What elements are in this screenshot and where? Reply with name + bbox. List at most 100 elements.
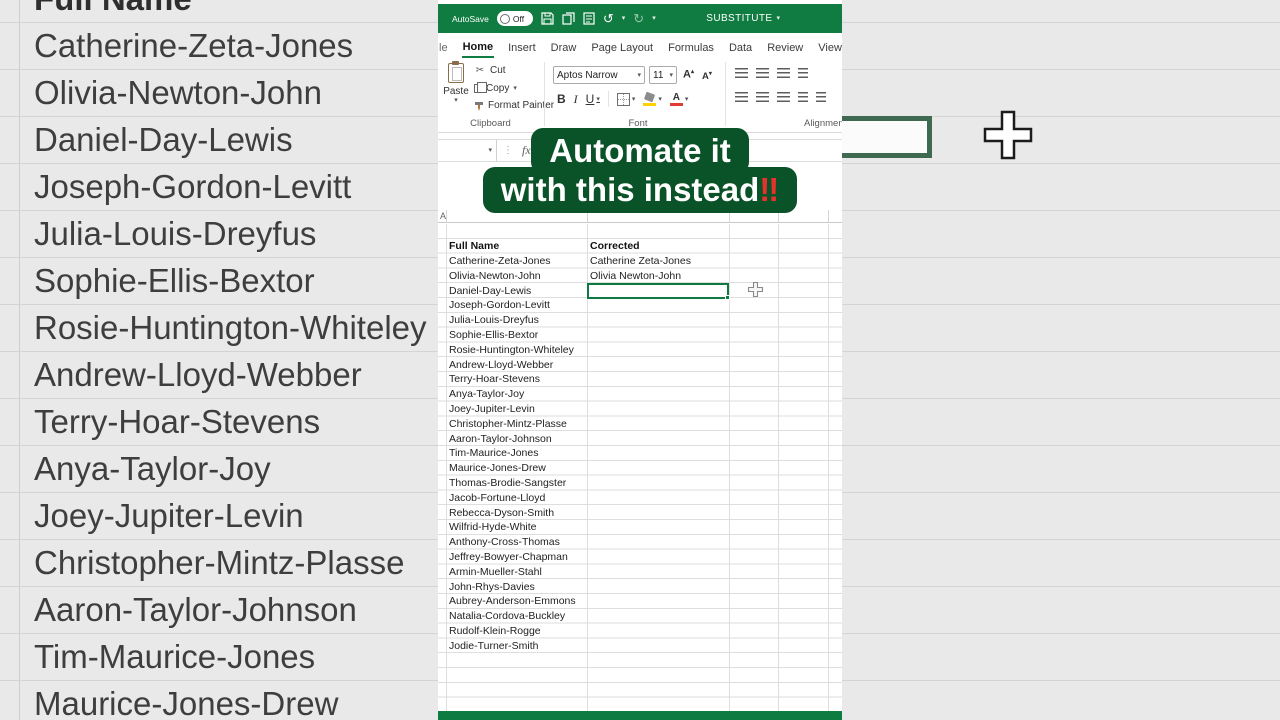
cell-full-name[interactable]: Aaron-Taylor-Johnson [449,433,552,445]
table-row: Rosie-Huntington-Whiteley [438,342,842,357]
document-title-menu[interactable]: SUBSTITUTE ▾ [706,13,780,24]
column-tick [828,210,829,223]
table-row: Jeffrey-Bowyer-Chapman [438,550,842,565]
font-group-label: Font [628,118,648,129]
cell-full-name[interactable]: Joseph-Gordon-Levitt [449,299,550,311]
undo-chevron-icon[interactable]: ▾ [622,15,626,22]
corrected-header-cell[interactable]: Corrected [590,240,640,252]
fill-handle[interactable] [725,295,730,300]
cell-full-name[interactable]: John-Rhys-Davies [449,581,535,593]
cell-full-name[interactable]: Aubrey-Anderson-Emmons [449,595,576,607]
align-right-button[interactable] [777,92,790,103]
share-document-icon[interactable] [583,12,595,25]
tab-formulas[interactable]: Formulas [667,39,715,57]
table-row: Rudolf-Klein-Rogge [438,624,842,639]
cell-full-name[interactable]: Andrew-Lloyd-Webber [449,359,553,371]
increase-indent-button[interactable] [816,92,826,103]
tab-page-layout[interactable]: Page Layout [590,39,654,57]
copy-chevron-icon: ▾ [513,84,517,92]
cell-full-name[interactable]: Anthony-Cross-Thomas [449,536,560,548]
cell-full-name[interactable]: Anya-Taylor-Joy [449,388,524,400]
table-row: Joseph-Gordon-Levitt [438,298,842,313]
tab-view[interactable]: View [817,39,842,57]
fill-color-button[interactable]: ▾ [643,91,662,106]
paintbrush-icon [475,101,483,111]
tab-home[interactable]: Home [461,38,495,58]
format-painter-button[interactable]: Format Painter [474,100,554,111]
cell-full-name[interactable]: Thomas-Brodie-Sangster [449,477,566,489]
background-name: Christopher-Mintz-Plasse [34,544,405,581]
cell-full-name[interactable]: Rudolf-Klein-Rogge [449,625,541,637]
borders-button[interactable]: ▾ [616,92,635,106]
column-tick [778,210,779,223]
cell-corrected[interactable]: Catherine Zeta-Jones [590,255,691,267]
orientation-button[interactable] [798,68,808,79]
align-top-button[interactable] [735,68,748,79]
bold-button[interactable]: B [557,92,566,106]
font-color-button[interactable]: A ▾ [669,92,688,106]
name-box[interactable]: ▾ [438,140,497,161]
insert-function-icon[interactable]: fx [522,143,531,158]
decrease-indent-button[interactable] [798,92,808,103]
underline-button[interactable]: U ▾ [586,92,600,106]
font-name-select[interactable]: Aptos Narrow ▾ [553,66,645,84]
undo-button[interactable]: ↺ [603,12,614,25]
align-center-button[interactable] [756,92,769,103]
formula-bar-dots-icon: ⋮ [503,145,513,156]
autosave-toggle[interactable]: Off [496,11,533,26]
align-middle-button[interactable] [756,68,769,79]
cell-full-name[interactable]: Joey-Jupiter-Levin [449,403,535,415]
cell-cursor-plus-icon [747,281,764,303]
tab-file-partial[interactable]: le [438,39,449,57]
background-name: Anya-Taylor-Joy [34,450,271,487]
increase-font-size-button[interactable]: A▴ [683,68,694,81]
cell-full-name[interactable]: Daniel-Day-Lewis [449,285,531,297]
redo-button[interactable]: ↻ [633,12,644,25]
cell-full-name[interactable]: Armin-Mueller-Stahl [449,566,542,578]
decrease-font-size-button[interactable]: A▾ [702,70,712,82]
redo-chevron-icon[interactable]: ▾ [652,15,656,22]
copy-button[interactable]: Copy ▾ [474,81,554,94]
paste-button[interactable]: Paste ▾ [441,61,471,104]
italic-button[interactable]: I [574,92,578,107]
selected-cell[interactable] [587,283,730,300]
cell-full-name[interactable]: Sophie-Ellis-Bextor [449,329,538,341]
font-size-select[interactable]: 11 ▾ [649,66,677,84]
tab-data[interactable]: Data [728,39,753,57]
tab-draw[interactable]: Draw [550,39,578,57]
background-name: Daniel-Day-Lewis [34,121,293,158]
cell-full-name[interactable]: Rebecca-Dyson-Smith [449,507,554,519]
table-row: Andrew-Lloyd-Webber [438,357,842,372]
cell-full-name[interactable]: Julia-Louis-Dreyfus [449,314,539,326]
cell-full-name[interactable]: Jeffrey-Bowyer-Chapman [449,551,568,563]
ribbon-divider [725,62,726,126]
full-name-header-cell[interactable]: Full Name [449,240,499,252]
tab-insert[interactable]: Insert [507,39,537,57]
cell-full-name[interactable]: Maurice-Jones-Drew [449,462,546,474]
save-icon[interactable] [541,12,554,25]
table-row: Jacob-Fortune-Lloyd [438,490,842,505]
cell-full-name[interactable]: Jacob-Fortune-Lloyd [449,492,545,504]
cell-full-name[interactable]: Terry-Hoar-Stevens [449,373,540,385]
table-row: Armin-Mueller-Stahl [438,564,842,579]
tab-review[interactable]: Review [766,39,804,57]
paste-chevron-icon: ▾ [454,97,458,104]
autosave-toggle-state: Off [512,13,525,24]
cell-full-name[interactable]: Olivia-Newton-John [449,270,541,282]
cell-corrected[interactable]: Olivia Newton-John [590,270,681,282]
cell-full-name[interactable]: Tim-Maurice-Jones [449,447,538,459]
cell-full-name[interactable]: Catherine-Zeta-Jones [449,255,551,267]
align-bottom-button[interactable] [777,68,790,79]
cut-button[interactable]: ✂ Cut [474,65,554,76]
cell-full-name[interactable]: Rosie-Huntington-Whiteley [449,344,574,356]
cell-full-name[interactable]: Wilfrid-Hyde-White [449,521,537,533]
save-copy-icon[interactable] [562,12,575,25]
scissors-icon: ✂ [475,65,485,76]
cell-full-name[interactable]: Jodie-Turner-Smith [449,640,538,652]
clipboard-icon [448,61,464,83]
copy-label: Copy [486,82,510,94]
cell-full-name[interactable]: Natalia-Cordova-Buckley [449,610,565,622]
cell-full-name[interactable]: Christopher-Mintz-Plasse [449,418,567,430]
align-left-button[interactable] [735,92,748,103]
font-color-icon: A [669,92,683,106]
